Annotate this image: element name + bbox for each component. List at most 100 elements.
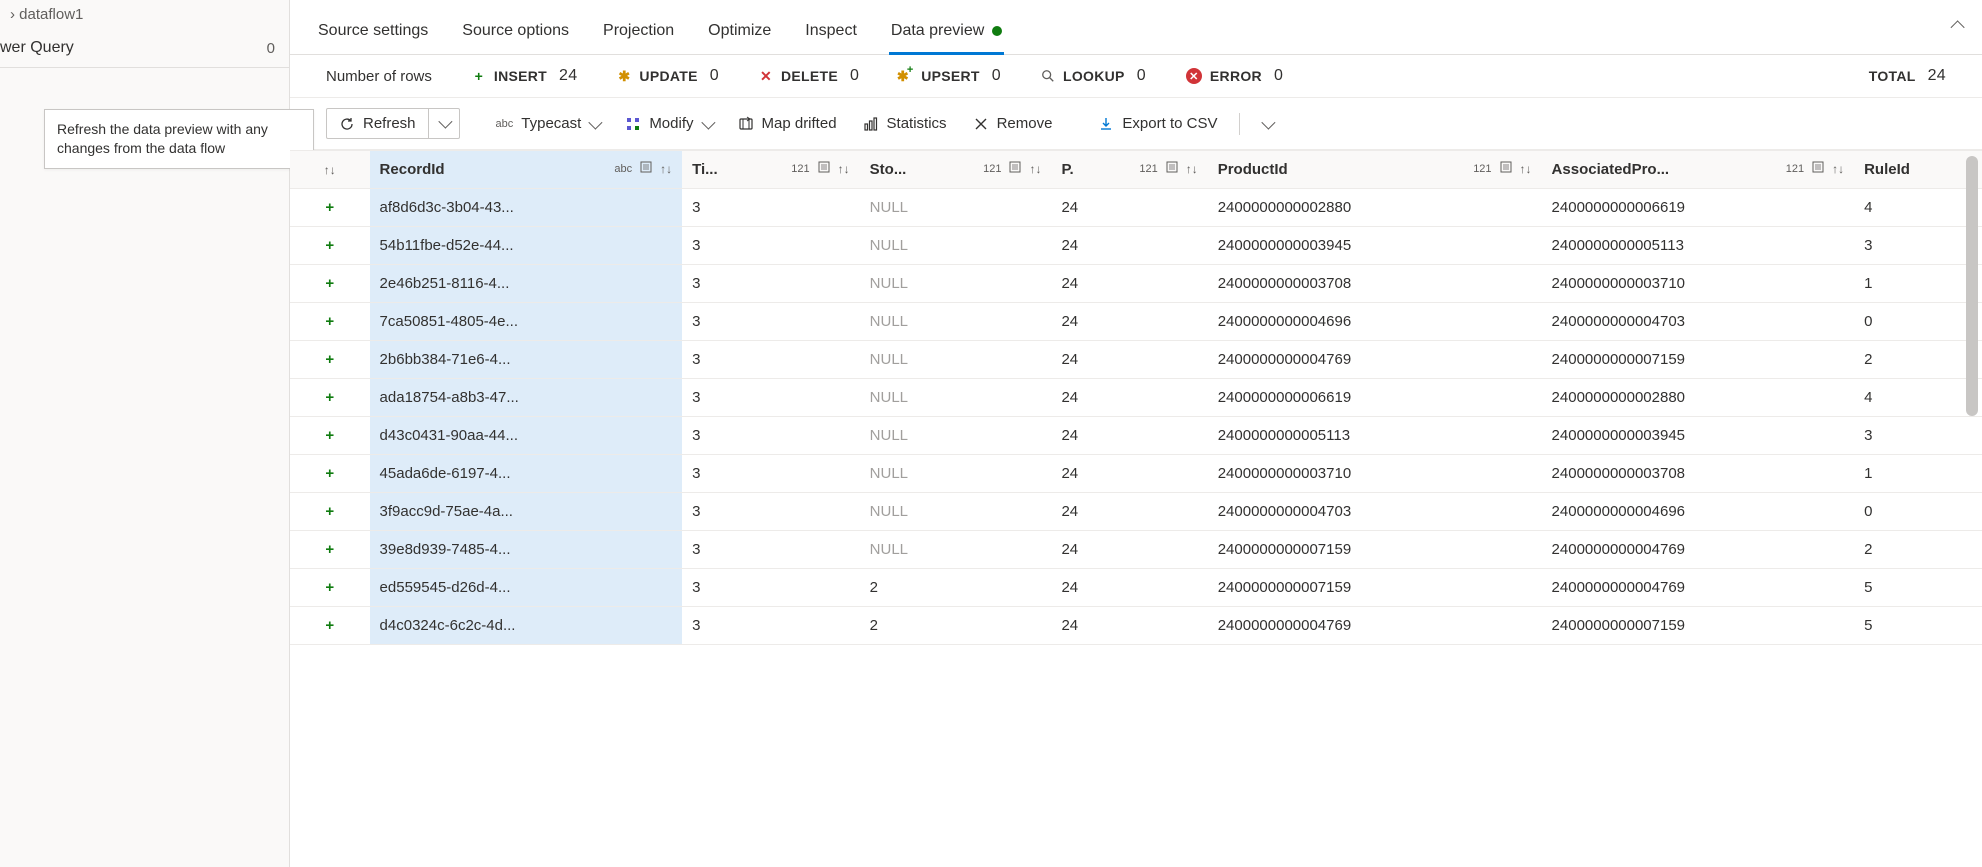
table-row[interactable]: +d4c0324c-6c2c-4d...32242400000000004769… [290, 607, 1982, 645]
table-row[interactable]: +45ada6de-6197-4...3NULL2424000000000037… [290, 455, 1982, 493]
column-header-RuleId[interactable]: RuleId [1854, 151, 1982, 189]
cell-ProductId[interactable]: 2400000000004696 [1208, 303, 1542, 341]
modify-button[interactable]: Modify [615, 111, 721, 136]
cell-RecordId[interactable]: 39e8d939-7485-4... [370, 531, 683, 569]
cell-idx[interactable]: + [290, 227, 370, 265]
cell-idx[interactable]: + [290, 379, 370, 417]
cell-RuleId[interactable]: 1 [1854, 265, 1982, 303]
cell-RuleId[interactable]: 5 [1854, 607, 1982, 645]
cell-RecordId[interactable]: 54b11fbe-d52e-44... [370, 227, 683, 265]
cell-RuleId[interactable]: 2 [1854, 531, 1982, 569]
statistics-button[interactable]: Statistics [853, 111, 957, 136]
cell-Sto[interactable]: 2 [860, 607, 1052, 645]
table-row[interactable]: +3f9acc9d-75ae-4a...3NULL242400000000004… [290, 493, 1982, 531]
cell-idx[interactable]: + [290, 607, 370, 645]
cell-ProductId[interactable]: 2400000000004769 [1208, 341, 1542, 379]
refresh-button[interactable]: Refresh [327, 109, 428, 138]
typecast-button[interactable]: abc Typecast [486, 111, 610, 136]
cell-ProductId[interactable]: 2400000000004769 [1208, 607, 1542, 645]
cell-Ti[interactable]: 3 [682, 379, 860, 417]
cell-AssociatedPro[interactable]: 2400000000004769 [1542, 569, 1855, 607]
cell-AssociatedPro[interactable]: 2400000000004696 [1542, 493, 1855, 531]
cell-RuleId[interactable]: 4 [1854, 379, 1982, 417]
cell-P[interactable]: 24 [1051, 607, 1207, 645]
table-row[interactable]: +54b11fbe-d52e-44...3NULL242400000000003… [290, 227, 1982, 265]
table-row[interactable]: +39e8d939-7485-4...3NULL2424000000000071… [290, 531, 1982, 569]
cell-Sto[interactable]: NULL [860, 303, 1052, 341]
cell-Ti[interactable]: 3 [682, 607, 860, 645]
cell-RuleId[interactable]: 3 [1854, 227, 1982, 265]
cell-P[interactable]: 24 [1051, 227, 1207, 265]
tab-projection[interactable]: Projection [601, 14, 676, 54]
cell-Sto[interactable]: NULL [860, 531, 1052, 569]
cell-AssociatedPro[interactable]: 2400000000007159 [1542, 607, 1855, 645]
cell-ProductId[interactable]: 2400000000007159 [1208, 531, 1542, 569]
cell-Ti[interactable]: 3 [682, 531, 860, 569]
cell-Ti[interactable]: 3 [682, 455, 860, 493]
cell-AssociatedPro[interactable]: 2400000000007159 [1542, 341, 1855, 379]
cell-ProductId[interactable]: 2400000000006619 [1208, 379, 1542, 417]
cell-RuleId[interactable]: 3 [1854, 417, 1982, 455]
cell-RuleId[interactable]: 5 [1854, 569, 1982, 607]
cell-ProductId[interactable]: 2400000000003710 [1208, 455, 1542, 493]
cell-AssociatedPro[interactable]: 2400000000006619 [1542, 189, 1855, 227]
cell-ProductId[interactable]: 2400000000003708 [1208, 265, 1542, 303]
tab-data-preview[interactable]: Data preview [889, 14, 1004, 54]
column-header-AssociatedPro[interactable]: AssociatedPro...121↑↓ [1542, 151, 1855, 189]
cell-Ti[interactable]: 3 [682, 227, 860, 265]
cell-idx[interactable]: + [290, 341, 370, 379]
column-actions-icon[interactable] [1166, 161, 1178, 176]
cell-Sto[interactable]: NULL [860, 493, 1052, 531]
column-actions-icon[interactable] [1812, 161, 1824, 176]
cell-idx[interactable]: + [290, 531, 370, 569]
table-row[interactable]: +af8d6d3c-3b04-43...3NULL242400000000002… [290, 189, 1982, 227]
cell-RecordId[interactable]: 2e46b251-8116-4... [370, 265, 683, 303]
sort-icon[interactable]: ↑↓ [660, 162, 672, 176]
column-header-idx[interactable]: ↑↓ [290, 151, 370, 189]
cell-ProductId[interactable]: 2400000000002880 [1208, 189, 1542, 227]
cell-idx[interactable]: + [290, 455, 370, 493]
column-header-Sto[interactable]: Sto...121↑↓ [860, 151, 1052, 189]
cell-Sto[interactable]: NULL [860, 417, 1052, 455]
cell-Ti[interactable]: 3 [682, 189, 860, 227]
sort-icon[interactable]: ↑↓ [1832, 162, 1844, 176]
cell-P[interactable]: 24 [1051, 569, 1207, 607]
cell-AssociatedPro[interactable]: 2400000000002880 [1542, 379, 1855, 417]
tab-inspect[interactable]: Inspect [803, 14, 859, 54]
cell-RecordId[interactable]: 45ada6de-6197-4... [370, 455, 683, 493]
table-row[interactable]: +2b6bb384-71e6-4...3NULL2424000000000047… [290, 341, 1982, 379]
cell-P[interactable]: 24 [1051, 189, 1207, 227]
cell-AssociatedPro[interactable]: 2400000000003710 [1542, 265, 1855, 303]
table-row[interactable]: +ed559545-d26d-4...322424000000000071592… [290, 569, 1982, 607]
export-csv-button[interactable]: Export to CSV [1088, 111, 1227, 136]
sort-icon[interactable]: ↑↓ [1186, 162, 1198, 176]
cell-P[interactable]: 24 [1051, 303, 1207, 341]
cell-RecordId[interactable]: ada18754-a8b3-47... [370, 379, 683, 417]
cell-ProductId[interactable]: 2400000000003945 [1208, 227, 1542, 265]
cell-P[interactable]: 24 [1051, 341, 1207, 379]
scrollbar-thumb[interactable] [1966, 156, 1978, 416]
cell-RecordId[interactable]: ed559545-d26d-4... [370, 569, 683, 607]
sort-icon[interactable]: ↑↓ [838, 162, 850, 176]
sort-icon[interactable]: ↑↓ [1029, 162, 1041, 176]
cell-idx[interactable]: + [290, 493, 370, 531]
cell-Sto[interactable]: NULL [860, 227, 1052, 265]
cell-P[interactable]: 24 [1051, 379, 1207, 417]
map-drifted-button[interactable]: Map drifted [728, 111, 847, 136]
cell-Sto[interactable]: NULL [860, 379, 1052, 417]
cell-Sto[interactable]: NULL [860, 341, 1052, 379]
power-query-row[interactable]: wer Query 0 [0, 29, 289, 68]
column-header-ProductId[interactable]: ProductId121↑↓ [1208, 151, 1542, 189]
cell-Ti[interactable]: 3 [682, 417, 860, 455]
cell-RecordId[interactable]: d4c0324c-6c2c-4d... [370, 607, 683, 645]
table-row[interactable]: +2e46b251-8116-4...3NULL2424000000000037… [290, 265, 1982, 303]
column-header-Ti[interactable]: Ti...121↑↓ [682, 151, 860, 189]
cell-Ti[interactable]: 3 [682, 341, 860, 379]
table-row[interactable]: +7ca50851-4805-4e...3NULL242400000000004… [290, 303, 1982, 341]
tab-source-settings[interactable]: Source settings [316, 14, 430, 54]
cell-P[interactable]: 24 [1051, 455, 1207, 493]
cell-RuleId[interactable]: 0 [1854, 493, 1982, 531]
cell-Ti[interactable]: 3 [682, 303, 860, 341]
cell-Sto[interactable]: 2 [860, 569, 1052, 607]
cell-RuleId[interactable]: 0 [1854, 303, 1982, 341]
